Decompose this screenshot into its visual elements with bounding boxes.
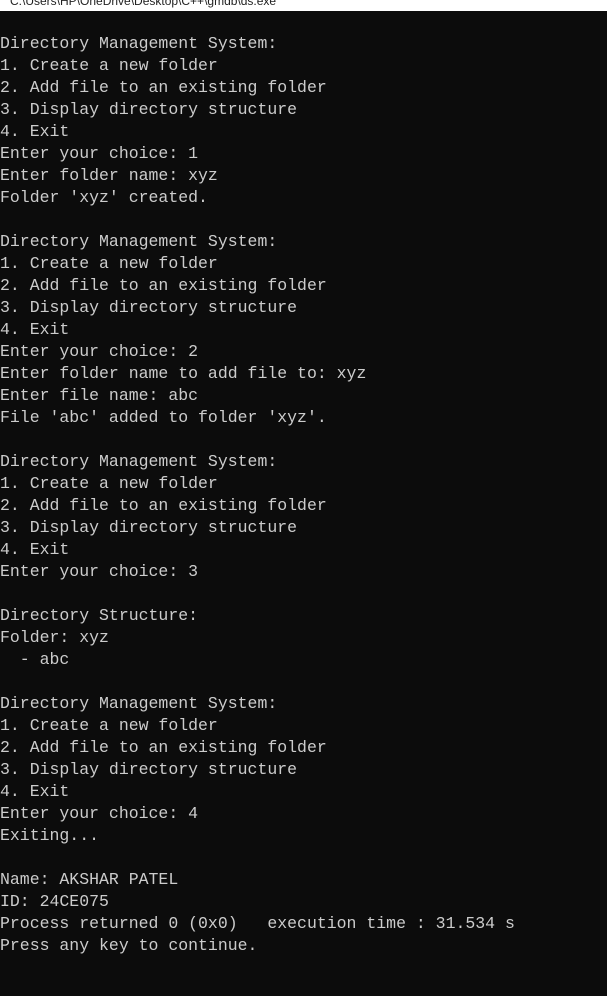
- title-bar[interactable]: C:\Users\HP\OneDrive\Desktop\C++\gmdb\ds…: [0, 0, 607, 11]
- console-line: File 'abc' added to folder 'xyz'.: [0, 408, 327, 427]
- console-line: Press any key to continue.: [0, 936, 258, 955]
- console-line: Enter your choice: 3: [0, 562, 199, 581]
- console-output[interactable]: Directory Management System: 1. Create a …: [0, 33, 607, 957]
- console-line: Process returned 0 (0x0) execution time …: [0, 914, 515, 933]
- console-line: Directory Management System:: [0, 232, 278, 251]
- console-line: Directory Management System:: [0, 34, 278, 53]
- console-line: 2. Add file to an existing folder: [0, 738, 327, 757]
- console-line: 3. Display directory structure: [0, 518, 298, 537]
- console-line: Directory Structure:: [0, 606, 199, 625]
- console-line: Name: AKSHAR PATEL: [0, 870, 179, 889]
- console-line: 1. Create a new folder: [0, 56, 218, 75]
- console-line: 3. Display directory structure: [0, 298, 298, 317]
- console-line: Enter file name: abc: [0, 386, 199, 405]
- console-line: 4. Exit: [0, 782, 70, 801]
- console-line: Directory Management System:: [0, 452, 278, 471]
- console-line: Enter your choice: 4: [0, 804, 199, 823]
- console-line: 4. Exit: [0, 320, 70, 339]
- console-line: ID: 24CE075: [0, 892, 109, 911]
- console-line: 2. Add file to an existing folder: [0, 276, 327, 295]
- window-title: C:\Users\HP\OneDrive\Desktop\C++\gmdb\ds…: [10, 0, 277, 8]
- console-line: Exiting...: [0, 826, 100, 845]
- console-line: Folder 'xyz' created.: [0, 188, 208, 207]
- console-line: Enter your choice: 1: [0, 144, 199, 163]
- console-line: 4. Exit: [0, 122, 70, 141]
- console-line: 1. Create a new folder: [0, 254, 218, 273]
- console-line: Folder: xyz: [0, 628, 109, 647]
- console-line: Enter your choice: 2: [0, 342, 199, 361]
- console-line: Directory Management System:: [0, 694, 278, 713]
- console-line: 1. Create a new folder: [0, 716, 218, 735]
- console-line: 2. Add file to an existing folder: [0, 496, 327, 515]
- console-line: 1. Create a new folder: [0, 474, 218, 493]
- console-line: - abc: [0, 650, 70, 669]
- console-line: Enter folder name: xyz: [0, 166, 218, 185]
- console-line: 3. Display directory structure: [0, 100, 298, 119]
- console-line: 3. Display directory structure: [0, 760, 298, 779]
- console-window[interactable]: C:\Users\HP\OneDrive\Desktop\C++\gmdb\ds…: [0, 0, 607, 996]
- console-line: 2. Add file to an existing folder: [0, 78, 327, 97]
- console-line: 4. Exit: [0, 540, 70, 559]
- console-line: Enter folder name to add file to: xyz: [0, 364, 367, 383]
